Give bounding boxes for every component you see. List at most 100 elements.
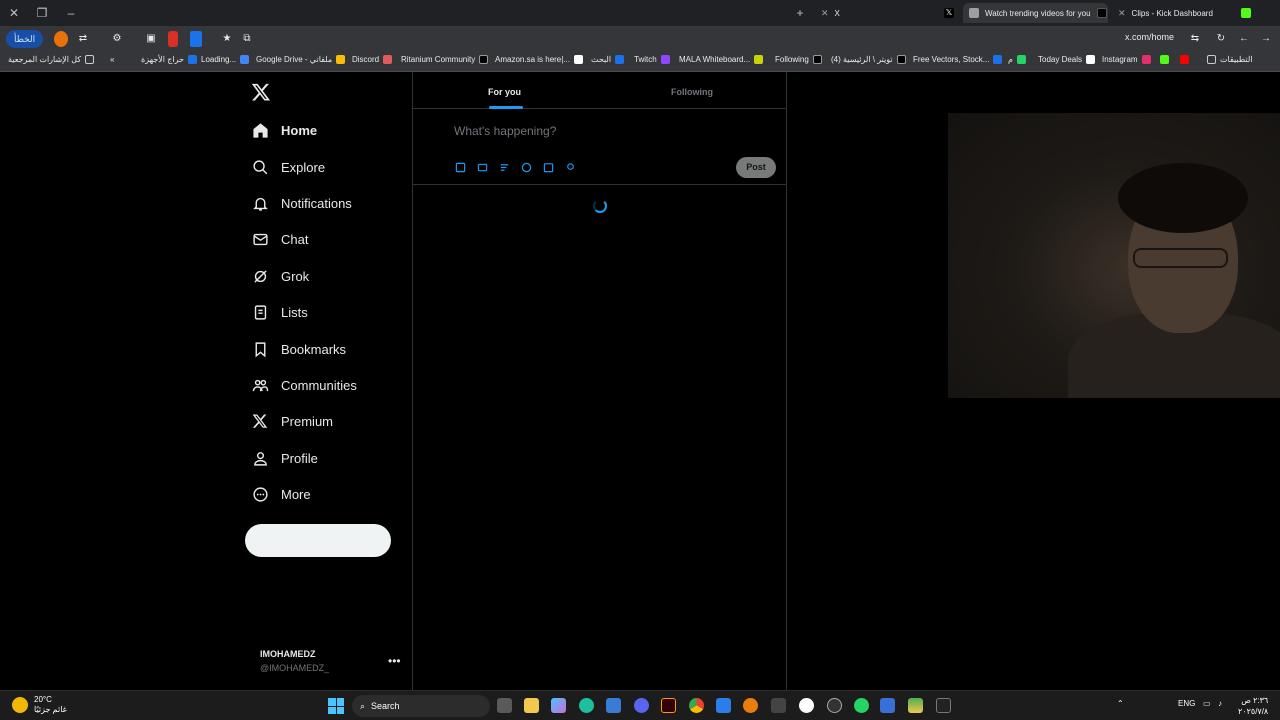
close-tab-icon[interactable]: ✕ <box>1118 8 1126 19</box>
bookmark-item[interactable]: Discord <box>352 55 393 64</box>
store-icon[interactable] <box>606 698 621 713</box>
tab-for-you[interactable]: For you <box>488 87 521 97</box>
blender-icon[interactable] <box>743 698 758 713</box>
bookmark-item[interactable]: البحث <box>591 55 625 64</box>
bookmark-star-icon[interactable]: ★ <box>220 31 234 47</box>
install-app-icon[interactable]: ⧉ <box>240 31 254 47</box>
bookmark-item[interactable]: Twitch <box>634 55 670 64</box>
task-view-icon[interactable] <box>497 698 512 713</box>
account-more-icon[interactable]: ••• <box>388 654 401 668</box>
browser-tab-bar: ✕ ❐ – + ✕ X 𝕏 Watch trending videos for … <box>0 0 1280 26</box>
sidebar-item-bookmarks[interactable]: Bookmarks <box>251 335 346 363</box>
sidebar-item-explore[interactable]: Explore <box>251 153 325 181</box>
extensions-puzzle-icon[interactable]: ▣ <box>144 31 158 47</box>
x-logo-icon[interactable] <box>251 82 271 102</box>
app-icon[interactable] <box>799 698 814 713</box>
sidebar-item-communities[interactable]: Communities <box>251 371 357 399</box>
minimize-window-icon[interactable]: – <box>62 4 80 22</box>
tab-tiktok[interactable]: Watch trending videos for you <box>963 3 1108 23</box>
illustrator-icon[interactable] <box>661 698 676 713</box>
app-icon[interactable] <box>716 698 731 713</box>
emoji-icon[interactable] <box>521 162 533 174</box>
all-bookmarks[interactable]: كل الإشارات المرجعية <box>8 55 95 64</box>
bookmark-item[interactable]: (4) تويتر \ الرئيسية <box>831 55 906 64</box>
sidebar-item-notifications[interactable]: Notifications <box>251 189 352 217</box>
bookmark-item[interactable]: التطبيقات <box>1207 55 1252 64</box>
sidebar-item-profile[interactable]: Profile <box>251 444 318 472</box>
obs-icon[interactable] <box>827 698 842 713</box>
chevron-up-icon[interactable]: ⌃ <box>1117 699 1124 708</box>
discord-icon[interactable] <box>634 698 649 713</box>
epic-games-icon[interactable] <box>936 698 951 713</box>
compose-input[interactable]: What's happening? <box>454 124 556 138</box>
reload-icon[interactable]: ↻ <box>1214 31 1228 47</box>
gif-icon[interactable] <box>477 162 489 174</box>
volume-icon[interactable]: ♪ <box>1218 699 1222 708</box>
schedule-icon[interactable] <box>543 162 555 174</box>
taskbar-search[interactable]: ⌕ Search <box>352 695 490 717</box>
bookmark-item[interactable]: Ritanium Community <box>401 55 489 64</box>
bookmark-item[interactable]: Free Vectors, Stock... <box>913 55 1003 64</box>
folder-icon <box>85 55 95 64</box>
windows-taskbar: 20°C غائم جزئيًا ⌕ Search ⌃ ENG ▭ ♪ ٢:٣٦… <box>0 690 1280 720</box>
close-tab-icon[interactable]: ✕ <box>821 8 829 19</box>
youtube-bookmark-icon[interactable] <box>1180 55 1189 64</box>
edge-icon[interactable] <box>579 698 594 713</box>
account-switcher[interactable]: IMOHAMEDZ @IMOHAMEDZ_ <box>260 649 329 673</box>
tab-kick[interactable]: ✕ Clips - Kick Dashboard <box>1112 3 1257 23</box>
discord-icon <box>383 55 393 64</box>
tab-following[interactable]: Following <box>671 87 713 97</box>
tab-x[interactable]: ✕ X 𝕏 <box>815 3 960 23</box>
sidebar-item-lists[interactable]: Lists <box>251 298 308 326</box>
extension-icon[interactable]: ⚙ <box>110 31 124 47</box>
sidebar-item-home[interactable]: Home <box>251 116 317 144</box>
file-explorer-icon[interactable] <box>524 698 539 713</box>
bookmark-item[interactable]: Loading... <box>201 55 250 64</box>
home-feed: For you Following What's happening? Post <box>412 72 787 690</box>
tab-favicon-icon <box>969 8 979 18</box>
chrome-icon[interactable] <box>689 698 704 713</box>
forward-icon[interactable]: → <box>1259 31 1273 47</box>
bookmark-item[interactable]: Today Deals <box>1038 55 1096 64</box>
bookmark-item[interactable]: Instagram <box>1102 55 1151 64</box>
wifi-icon[interactable]: ▭ <box>1203 699 1211 708</box>
bookmark-item[interactable]: م <box>1008 55 1026 64</box>
extension-blue-icon[interactable] <box>190 31 202 47</box>
kick-bookmark-icon[interactable] <box>1160 55 1169 64</box>
restore-window-icon[interactable]: ❐ <box>33 4 51 22</box>
close-window-icon[interactable]: ✕ <box>5 4 23 22</box>
sidebar-item-chat[interactable]: Chat <box>251 225 308 253</box>
whatsapp-icon[interactable] <box>854 698 869 713</box>
extension-red-icon[interactable] <box>168 31 178 47</box>
chevron-more-icon[interactable]: « <box>110 55 114 64</box>
app-icon[interactable] <box>771 698 786 713</box>
sidebar-item-grok[interactable]: Grok <box>251 262 309 290</box>
post-button[interactable] <box>245 524 391 557</box>
site-settings-icon[interactable]: ⇆ <box>1188 31 1202 47</box>
bookmark-item[interactable]: Following <box>775 55 822 64</box>
sidebar-item-more[interactable]: More <box>251 480 311 508</box>
new-tab-icon[interactable]: + <box>791 4 809 22</box>
start-button-icon[interactable] <box>328 698 344 714</box>
copilot-icon[interactable] <box>551 698 566 713</box>
media-icon[interactable]: ⇄ <box>76 31 90 47</box>
clock[interactable]: ٢:٣٦ ص ٢٠٢٥/٧/٨ <box>1238 695 1268 717</box>
weather-widget[interactable]: 20°C غائم جزئيًا <box>12 695 67 715</box>
compose-post-button[interactable]: Post <box>736 157 776 178</box>
bookmark-item[interactable]: MALA Whiteboard... <box>679 55 764 64</box>
bookmark-item[interactable]: Amazon.sa is here|... <box>495 55 583 64</box>
bookmark-favicon-icon <box>615 55 625 64</box>
location-icon[interactable] <box>565 162 577 174</box>
sidebar-item-premium[interactable]: Premium <box>251 407 333 435</box>
app-icon[interactable] <box>880 698 895 713</box>
back-icon[interactable]: ← <box>1237 31 1251 47</box>
bookmark-item[interactable]: Google Drive - ملفاتي <box>256 55 346 64</box>
app-icon[interactable] <box>908 698 923 713</box>
profile-avatar-icon[interactable] <box>54 31 68 47</box>
error-button[interactable]: الخطأ <box>6 30 44 48</box>
image-icon[interactable] <box>455 162 467 174</box>
language-indicator[interactable]: ENG <box>1178 699 1195 708</box>
address-bar[interactable]: x.com/home <box>1125 32 1174 42</box>
poll-icon[interactable] <box>499 162 511 174</box>
bookmark-item[interactable]: حراج الأجهزة <box>141 55 197 64</box>
